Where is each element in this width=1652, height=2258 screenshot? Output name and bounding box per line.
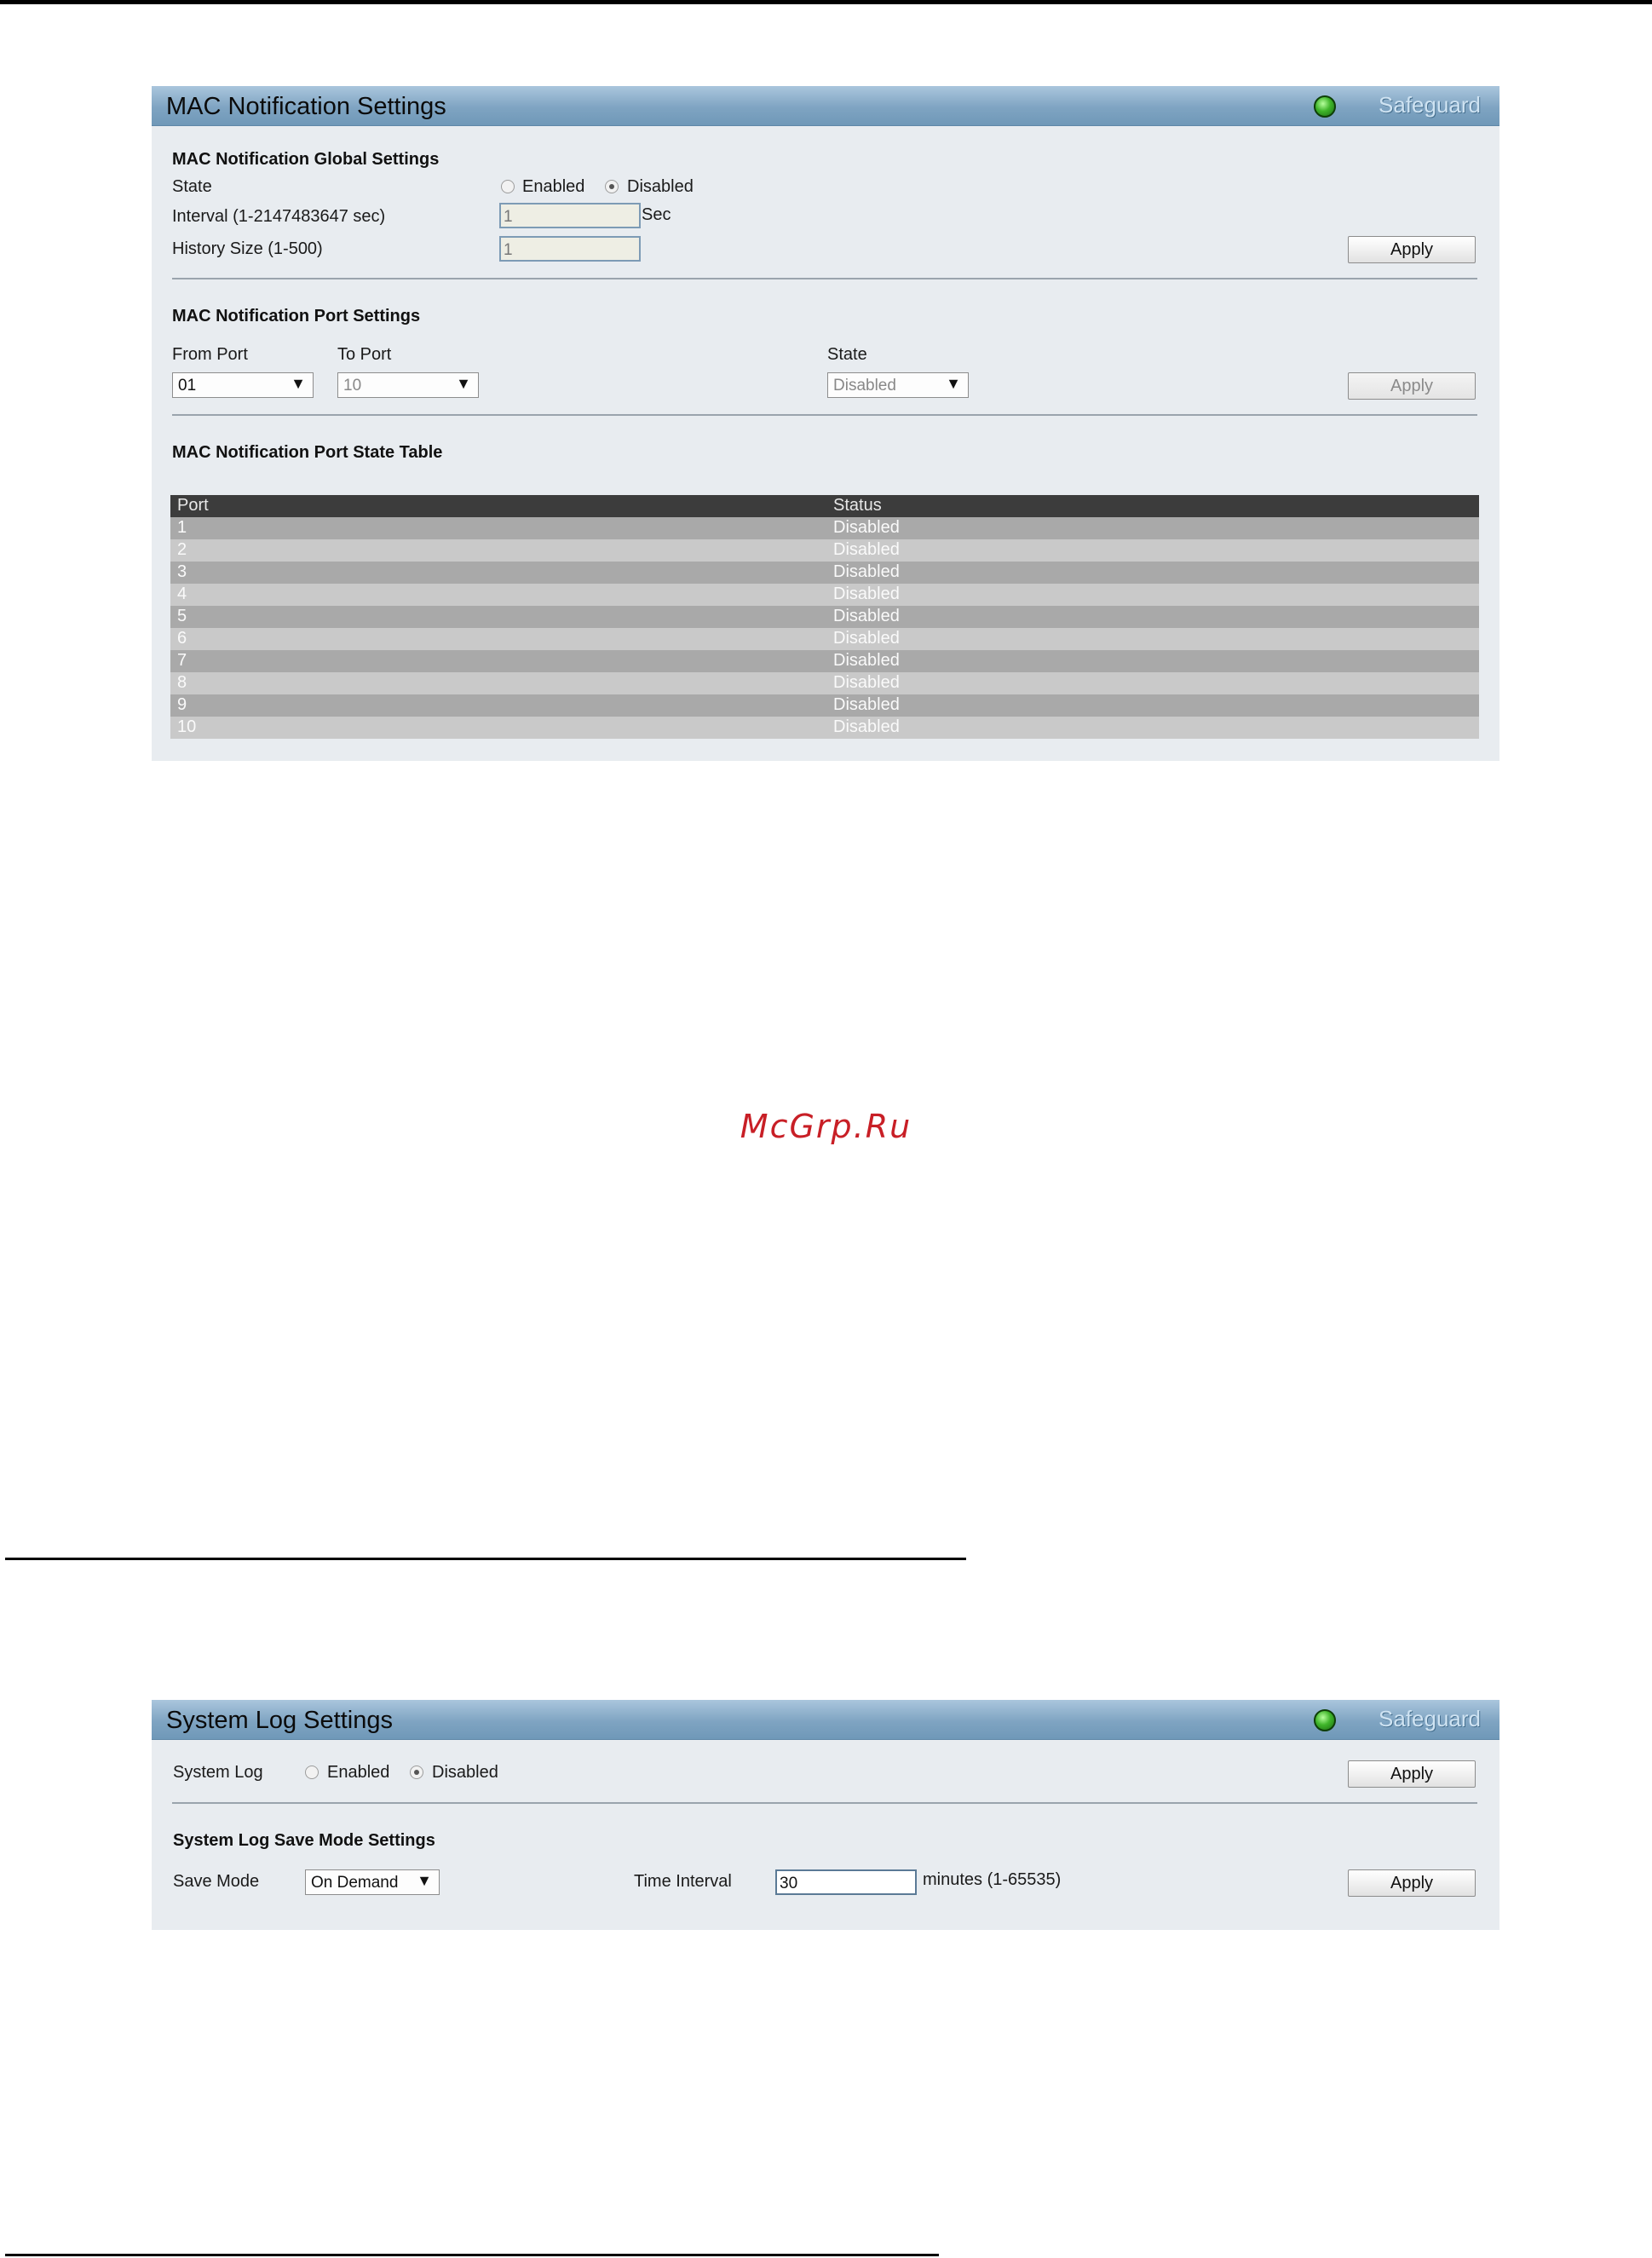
history-size-label: History Size (1-500) — [172, 239, 323, 258]
state-disabled-radio[interactable] — [605, 180, 619, 193]
system-log-disabled-label: Disabled — [432, 1763, 498, 1782]
state-label: State — [172, 177, 212, 196]
state-enabled-radio[interactable] — [501, 180, 515, 193]
interval-unit: Sec — [642, 205, 671, 224]
page-title: MAC Notification Settings — [166, 93, 446, 120]
divider — [172, 414, 1477, 416]
global-settings-title: MAC Notification Global Settings — [172, 150, 440, 169]
safeguard-badge: Safeguard — [1310, 1706, 1481, 1733]
table-row: 4 Disabled — [170, 584, 1479, 606]
port-apply-button[interactable]: Apply — [1348, 372, 1476, 400]
port-cell: 3 — [177, 562, 187, 581]
system-log-label: System Log — [173, 1763, 263, 1782]
to-port-label: To Port — [337, 345, 392, 364]
port-cell: 2 — [177, 540, 187, 559]
interval-input[interactable]: 1 — [499, 203, 641, 228]
divider — [172, 1802, 1477, 1804]
status-cell: Disabled — [833, 629, 900, 648]
panel-header: MAC Notification Settings Safeguard — [152, 86, 1499, 126]
history-size-input[interactable]: 1 — [499, 236, 641, 262]
watermark-text: McGrp.Ru — [740, 1108, 912, 1145]
panel-header: System Log Settings Safeguard — [152, 1700, 1499, 1740]
table-row: 9 Disabled — [170, 694, 1479, 717]
save-mode-label: Save Mode — [173, 1872, 260, 1891]
save-mode-select[interactable]: On Demand ▼ — [305, 1869, 440, 1895]
system-log-panel: System Log Settings Safeguard System Log… — [152, 1700, 1499, 1930]
column-header-port: Port — [177, 496, 209, 515]
status-cell: Disabled — [833, 540, 900, 559]
status-cell: Disabled — [833, 518, 900, 537]
port-cell: 5 — [177, 607, 187, 625]
table-row: 10 Disabled — [170, 717, 1479, 739]
chevron-down-icon: ▼ — [946, 375, 961, 392]
table-row: 5 Disabled — [170, 606, 1479, 628]
table-row: 1 Disabled — [170, 517, 1479, 539]
port-cell: 8 — [177, 673, 187, 692]
time-interval-label: Time Interval — [634, 1872, 732, 1891]
system-log-enabled-radio[interactable] — [305, 1766, 319, 1779]
status-cell: Disabled — [833, 585, 900, 603]
port-cell: 1 — [177, 518, 187, 537]
to-port-select[interactable]: 10 ▼ — [337, 372, 479, 398]
section-rule — [5, 1558, 966, 1560]
status-cell: Disabled — [833, 673, 900, 692]
save-mode-title: System Log Save Mode Settings — [173, 1831, 435, 1850]
column-header-status: Status — [833, 496, 882, 515]
page-top-rule — [0, 0, 1652, 4]
port-state-select[interactable]: Disabled ▼ — [827, 372, 969, 398]
table-row: 6 Disabled — [170, 628, 1479, 650]
status-cell: Disabled — [833, 651, 900, 670]
port-cell: 10 — [177, 717, 197, 736]
chevron-down-icon: ▼ — [456, 375, 471, 392]
interval-label: Interval (1-2147483647 sec) — [172, 207, 386, 226]
time-interval-input[interactable]: 30 — [775, 1869, 917, 1895]
status-cell: Disabled — [833, 562, 900, 581]
table-row: 7 Disabled — [170, 650, 1479, 672]
system-log-apply-button[interactable]: Apply — [1348, 1760, 1476, 1788]
page-title: System Log Settings — [166, 1707, 393, 1734]
port-cell: 9 — [177, 695, 187, 714]
table-row: 3 Disabled — [170, 562, 1479, 584]
port-state-table-title: MAC Notification Port State Table — [172, 443, 443, 462]
system-log-disabled-radio[interactable] — [410, 1766, 423, 1779]
from-port-select[interactable]: 01 ▼ — [172, 372, 314, 398]
section-rule — [5, 2254, 939, 2256]
save-mode-apply-button[interactable]: Apply — [1348, 1869, 1476, 1897]
global-apply-button[interactable]: Apply — [1348, 236, 1476, 263]
status-cell: Disabled — [833, 607, 900, 625]
safeguard-status-icon — [1314, 95, 1336, 118]
port-cell: 4 — [177, 585, 187, 603]
mac-notification-panel: MAC Notification Settings Safeguard MAC … — [152, 86, 1499, 761]
status-cell: Disabled — [833, 717, 900, 736]
chevron-down-icon: ▼ — [417, 1872, 432, 1889]
divider — [172, 278, 1477, 279]
port-cell: 7 — [177, 651, 187, 670]
safeguard-badge: Safeguard — [1310, 92, 1481, 119]
status-cell: Disabled — [833, 695, 900, 714]
safeguard-status-icon — [1314, 1709, 1336, 1731]
chevron-down-icon: ▼ — [291, 375, 306, 392]
from-port-label: From Port — [172, 345, 248, 364]
state-enabled-label: Enabled — [522, 177, 585, 196]
port-settings-title: MAC Notification Port Settings — [172, 307, 421, 325]
port-cell: 6 — [177, 629, 187, 648]
table-row: 2 Disabled — [170, 539, 1479, 562]
system-log-enabled-label: Enabled — [327, 1763, 390, 1782]
state-disabled-label: Disabled — [627, 177, 694, 196]
port-state-label: State — [827, 345, 867, 364]
time-interval-unit: minutes (1-65535) — [923, 1870, 1062, 1889]
table-row: 8 Disabled — [170, 672, 1479, 694]
table-header: Port Status — [170, 495, 1479, 517]
